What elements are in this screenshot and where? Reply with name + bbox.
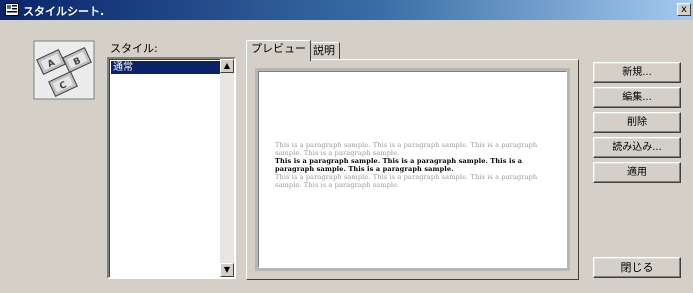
delete-button[interactable]: 削除	[593, 112, 681, 133]
style-list-item-selected[interactable]: 通常	[111, 61, 220, 74]
preview-frame: This is a paragraph sample. This is a pa…	[255, 68, 570, 271]
style-list-scrollbar[interactable]: ▲ ▼	[220, 59, 234, 277]
style-list[interactable]: 通常 ▲ ▼	[107, 57, 236, 279]
apply-button[interactable]: 適用	[593, 162, 681, 183]
close-window-button[interactable]: x	[677, 3, 691, 16]
import-button[interactable]: 読み込み...	[593, 137, 681, 158]
new-button[interactable]: 新規...	[593, 62, 681, 83]
preview-paragraph-bold: This is a paragraph sample. This is a pa…	[275, 157, 523, 173]
edit-button[interactable]: 編集...	[593, 87, 681, 108]
scroll-up-icon[interactable]: ▲	[220, 59, 234, 73]
preview-paragraph-normal: This is a paragraph sample. This is a pa…	[275, 141, 538, 157]
close-button[interactable]: 閉じる	[593, 257, 681, 278]
preview-tab-panel: This is a paragraph sample. This is a pa…	[246, 59, 579, 280]
close-icon: x	[681, 4, 687, 15]
stylesheet-app-icon: A B C	[33, 40, 95, 100]
window-app-icon	[5, 3, 19, 16]
tab-preview[interactable]: プレビュー	[246, 40, 311, 61]
preview-area: This is a paragraph sample. This is a pa…	[258, 71, 567, 268]
preview-paragraph-normal: This is a paragraph sample. This is a pa…	[275, 173, 538, 189]
tab-description[interactable]: 説明	[308, 42, 340, 60]
style-list-label: スタイル:	[110, 42, 158, 55]
title-bar[interactable]: スタイルシート. x	[0, 0, 693, 20]
scroll-down-icon[interactable]: ▼	[220, 263, 234, 277]
window-title: スタイルシート.	[23, 5, 105, 18]
stylesheet-dialog: スタイルシート. x A B C スタイル: 通常 ▲ ▼ プレビュー 説明 T…	[0, 0, 693, 293]
